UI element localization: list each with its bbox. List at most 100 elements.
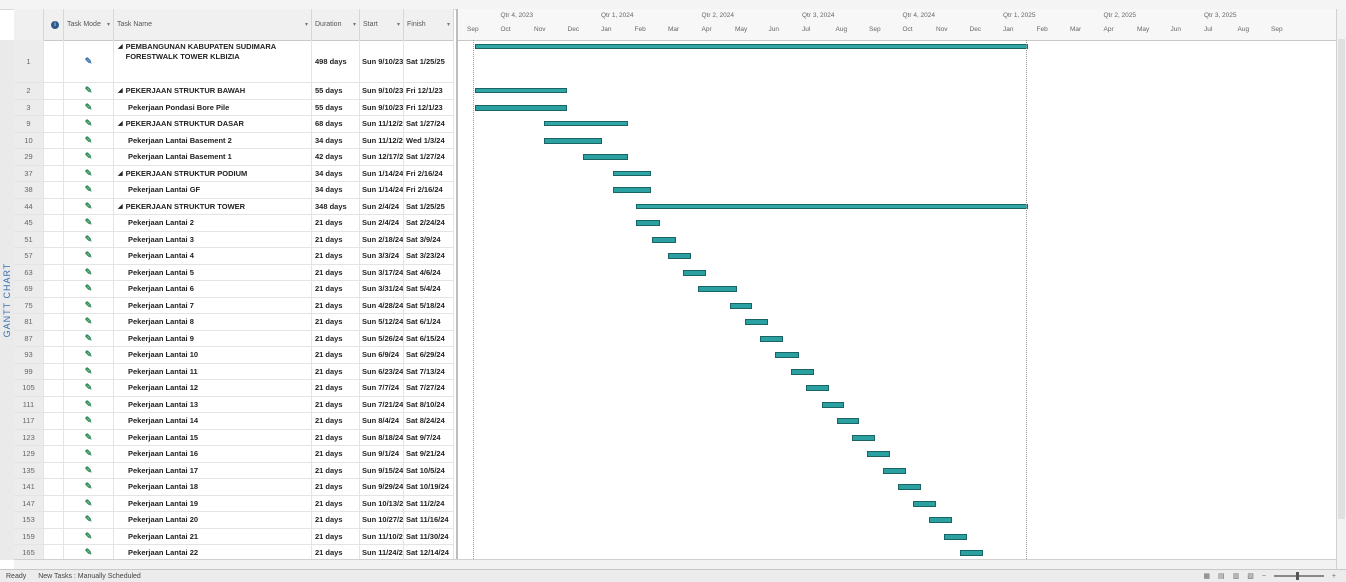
- column-header-start[interactable]: Start ▾: [360, 9, 404, 40]
- start-cell[interactable]: Sun 7/7/24: [360, 380, 404, 396]
- duration-cell[interactable]: 21 days: [312, 495, 360, 511]
- duration-cell[interactable]: 498 days: [312, 40, 360, 82]
- start-cell[interactable]: Sun 2/18/24: [360, 231, 404, 247]
- finish-cell[interactable]: Sat 2/24/24: [404, 215, 454, 231]
- task-bar[interactable]: [652, 236, 676, 243]
- task-bar[interactable]: [821, 401, 845, 408]
- table-row[interactable]: 38 ✎ Pekerjaan Lantai GF 34 days Sun 1/14/24…: [14, 182, 454, 199]
- row-id[interactable]: 165: [14, 545, 44, 559]
- task-mode-cell[interactable]: ✎: [64, 314, 114, 330]
- task-name-cell[interactable]: Pekerjaan Lantai 7: [114, 297, 312, 313]
- task-name-cell[interactable]: ◢ PEKERJAAN STRUKTUR PODIUM: [114, 165, 312, 181]
- collapse-icon[interactable]: ◢: [118, 42, 123, 52]
- row-id[interactable]: 38: [14, 182, 44, 198]
- start-cell[interactable]: Sun 3/17/24: [360, 264, 404, 280]
- task-bar[interactable]: [898, 484, 922, 491]
- row-id[interactable]: 2: [14, 83, 44, 99]
- task-bar[interactable]: [851, 434, 875, 441]
- row-id[interactable]: 81: [14, 314, 44, 330]
- column-header-indicators[interactable]: i: [44, 9, 64, 40]
- task-name-cell[interactable]: Pekerjaan Lantai 18: [114, 479, 312, 495]
- finish-cell[interactable]: Fri 12/1/23: [404, 99, 454, 115]
- row-id[interactable]: 141: [14, 479, 44, 495]
- finish-cell[interactable]: Sat 1/25/25: [404, 40, 454, 82]
- finish-cell[interactable]: Sat 1/27/24: [404, 116, 454, 132]
- duration-cell[interactable]: 34 days: [312, 132, 360, 148]
- table-row[interactable]: 93 ✎ Pekerjaan Lantai 10 21 days Sun 6/9/24 S…: [14, 347, 454, 364]
- task-mode-cell[interactable]: ✎: [64, 446, 114, 462]
- summary-bar[interactable]: [544, 121, 629, 127]
- task-bar[interactable]: [913, 500, 937, 507]
- task-bar[interactable]: [698, 286, 738, 293]
- duration-cell[interactable]: 21 days: [312, 462, 360, 478]
- summary-bar[interactable]: [613, 170, 651, 176]
- finish-cell[interactable]: Sat 11/2/24: [404, 495, 454, 511]
- task-name-cell[interactable]: Pekerjaan Lantai 16: [114, 446, 312, 462]
- task-bar[interactable]: [582, 154, 629, 161]
- task-name-cell[interactable]: Pekerjaan Lantai 6: [114, 281, 312, 297]
- row-id[interactable]: 87: [14, 330, 44, 346]
- table-row[interactable]: 3 ✎ Pekerjaan Pondasi Bore Pile 55 days Sun …: [14, 99, 454, 116]
- resource-sheet-icon[interactable]: ▧: [1247, 572, 1254, 580]
- start-cell[interactable]: Sun 9/10/23: [360, 83, 404, 99]
- start-cell[interactable]: Sun 2/4/24: [360, 198, 404, 214]
- row-id[interactable]: 45: [14, 215, 44, 231]
- zoom-slider[interactable]: [1273, 572, 1324, 580]
- task-bar[interactable]: [775, 352, 799, 359]
- row-id[interactable]: 3: [14, 99, 44, 115]
- duration-cell[interactable]: 21 days: [312, 528, 360, 544]
- row-id[interactable]: 9: [14, 116, 44, 132]
- task-name-cell[interactable]: Pekerjaan Lantai 4: [114, 248, 312, 264]
- task-name-cell[interactable]: Pekerjaan Lantai 5: [114, 264, 312, 280]
- task-name-cell[interactable]: ◢ PEKERJAAN STRUKTUR DASAR: [114, 116, 312, 132]
- task-mode-cell[interactable]: ✎: [64, 264, 114, 280]
- start-cell[interactable]: Sun 9/10/23: [360, 40, 404, 82]
- column-header-task-mode[interactable]: Task Mode ▾: [64, 9, 114, 40]
- duration-cell[interactable]: 21 days: [312, 281, 360, 297]
- task-name-cell[interactable]: Pekerjaan Lantai 3: [114, 231, 312, 247]
- finish-cell[interactable]: Wed 1/3/24: [404, 132, 454, 148]
- task-mode-cell[interactable]: ✎: [64, 182, 114, 198]
- team-planner-icon[interactable]: ▥: [1233, 572, 1240, 580]
- task-mode-cell[interactable]: ✎: [64, 198, 114, 214]
- collapse-icon[interactable]: ◢: [118, 120, 123, 127]
- task-bar[interactable]: [744, 319, 768, 326]
- duration-cell[interactable]: 55 days: [312, 83, 360, 99]
- view-bar-gantt-chart[interactable]: GANTT CHART: [0, 40, 15, 560]
- row-id[interactable]: 69: [14, 281, 44, 297]
- finish-cell[interactable]: Fri 2/16/24: [404, 182, 454, 198]
- duration-cell[interactable]: 21 days: [312, 347, 360, 363]
- start-cell[interactable]: Sun 9/1/24: [360, 446, 404, 462]
- finish-cell[interactable]: Sat 11/30/24: [404, 528, 454, 544]
- duration-cell[interactable]: 21 days: [312, 429, 360, 445]
- table-row[interactable]: 99 ✎ Pekerjaan Lantai 11 21 days Sun 6/23/24…: [14, 363, 454, 380]
- task-mode-cell[interactable]: ✎: [64, 528, 114, 544]
- summary-bar[interactable]: [635, 203, 1028, 209]
- table-row[interactable]: 1 ✎ ◢ PEMBANGUNAN KABUPATEN SUDIMARA FOREST…: [14, 40, 454, 83]
- duration-cell[interactable]: 55 days: [312, 99, 360, 115]
- row-id[interactable]: 37: [14, 165, 44, 181]
- finish-cell[interactable]: Sat 3/9/24: [404, 231, 454, 247]
- row-id[interactable]: 147: [14, 495, 44, 511]
- task-usage-icon[interactable]: ▤: [1218, 572, 1225, 580]
- scroll-thumb[interactable]: [1338, 39, 1345, 519]
- duration-cell[interactable]: 68 days: [312, 116, 360, 132]
- task-mode-cell[interactable]: ✎: [64, 231, 114, 247]
- task-mode-cell[interactable]: ✎: [64, 380, 114, 396]
- finish-cell[interactable]: Sat 8/24/24: [404, 413, 454, 429]
- row-id[interactable]: 57: [14, 248, 44, 264]
- zoom-in-icon[interactable]: +: [1332, 573, 1336, 580]
- gantt-view-icon[interactable]: ▦: [1203, 572, 1210, 580]
- task-name-cell[interactable]: Pekerjaan Lantai 21: [114, 528, 312, 544]
- column-header-duration[interactable]: Duration ▾: [312, 9, 360, 40]
- task-name-cell[interactable]: Pekerjaan Lantai 20: [114, 512, 312, 528]
- collapse-icon[interactable]: ◢: [118, 87, 123, 94]
- start-cell[interactable]: Sun 12/17/23: [360, 149, 404, 165]
- start-cell[interactable]: Sun 10/13/24: [360, 495, 404, 511]
- start-cell[interactable]: Sun 3/31/24: [360, 281, 404, 297]
- duration-cell[interactable]: 21 days: [312, 215, 360, 231]
- duration-cell[interactable]: 21 days: [312, 545, 360, 559]
- task-name-cell[interactable]: Pekerjaan Lantai 17: [114, 462, 312, 478]
- task-mode-cell[interactable]: ✎: [64, 83, 114, 99]
- finish-cell[interactable]: Sat 7/13/24: [404, 363, 454, 379]
